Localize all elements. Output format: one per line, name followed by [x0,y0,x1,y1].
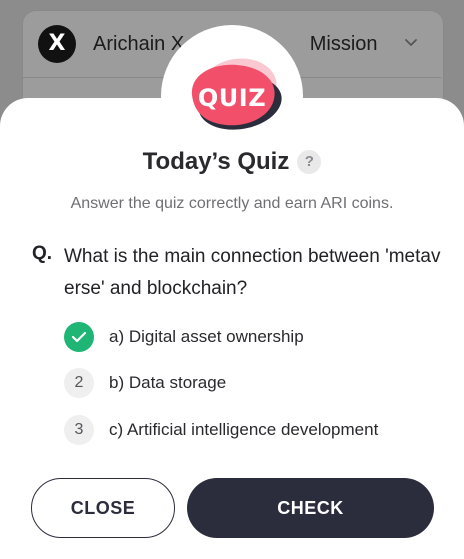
close-button[interactable]: CLOSE [31,478,175,538]
quiz-title-row: Today’s Quiz? [0,148,464,176]
answer-option-c[interactable]: 3 c) Artificial intelligence development [64,415,444,447]
check-button[interactable]: CHECK [187,478,434,538]
quiz-subtitle: Answer the quiz correctly and earn ARI c… [70,195,394,212]
answer-option-a[interactable]: a) Digital asset ownership [64,322,444,354]
page-title: Today’s Quiz [142,148,290,175]
x-logo-icon: X [38,25,76,63]
answer-option-label: b) Data storage [109,373,227,392]
check-icon [64,322,94,352]
option-number-badge: 3 [64,415,94,445]
question-prefix: Q. [32,243,53,264]
help-icon[interactable]: ? [297,150,322,174]
answer-option-label: a) Digital asset ownership [109,327,304,346]
chevron-down-icon [405,39,417,46]
question-text: What is the main connection between 'met… [64,246,441,299]
quiz-badge-label: QUIZ [197,84,267,112]
answer-option-label: c) Artificial intelligence development [109,420,379,439]
answer-option-b[interactable]: 2 b) Data storage [64,368,444,400]
option-number-badge: 2 [64,368,94,398]
